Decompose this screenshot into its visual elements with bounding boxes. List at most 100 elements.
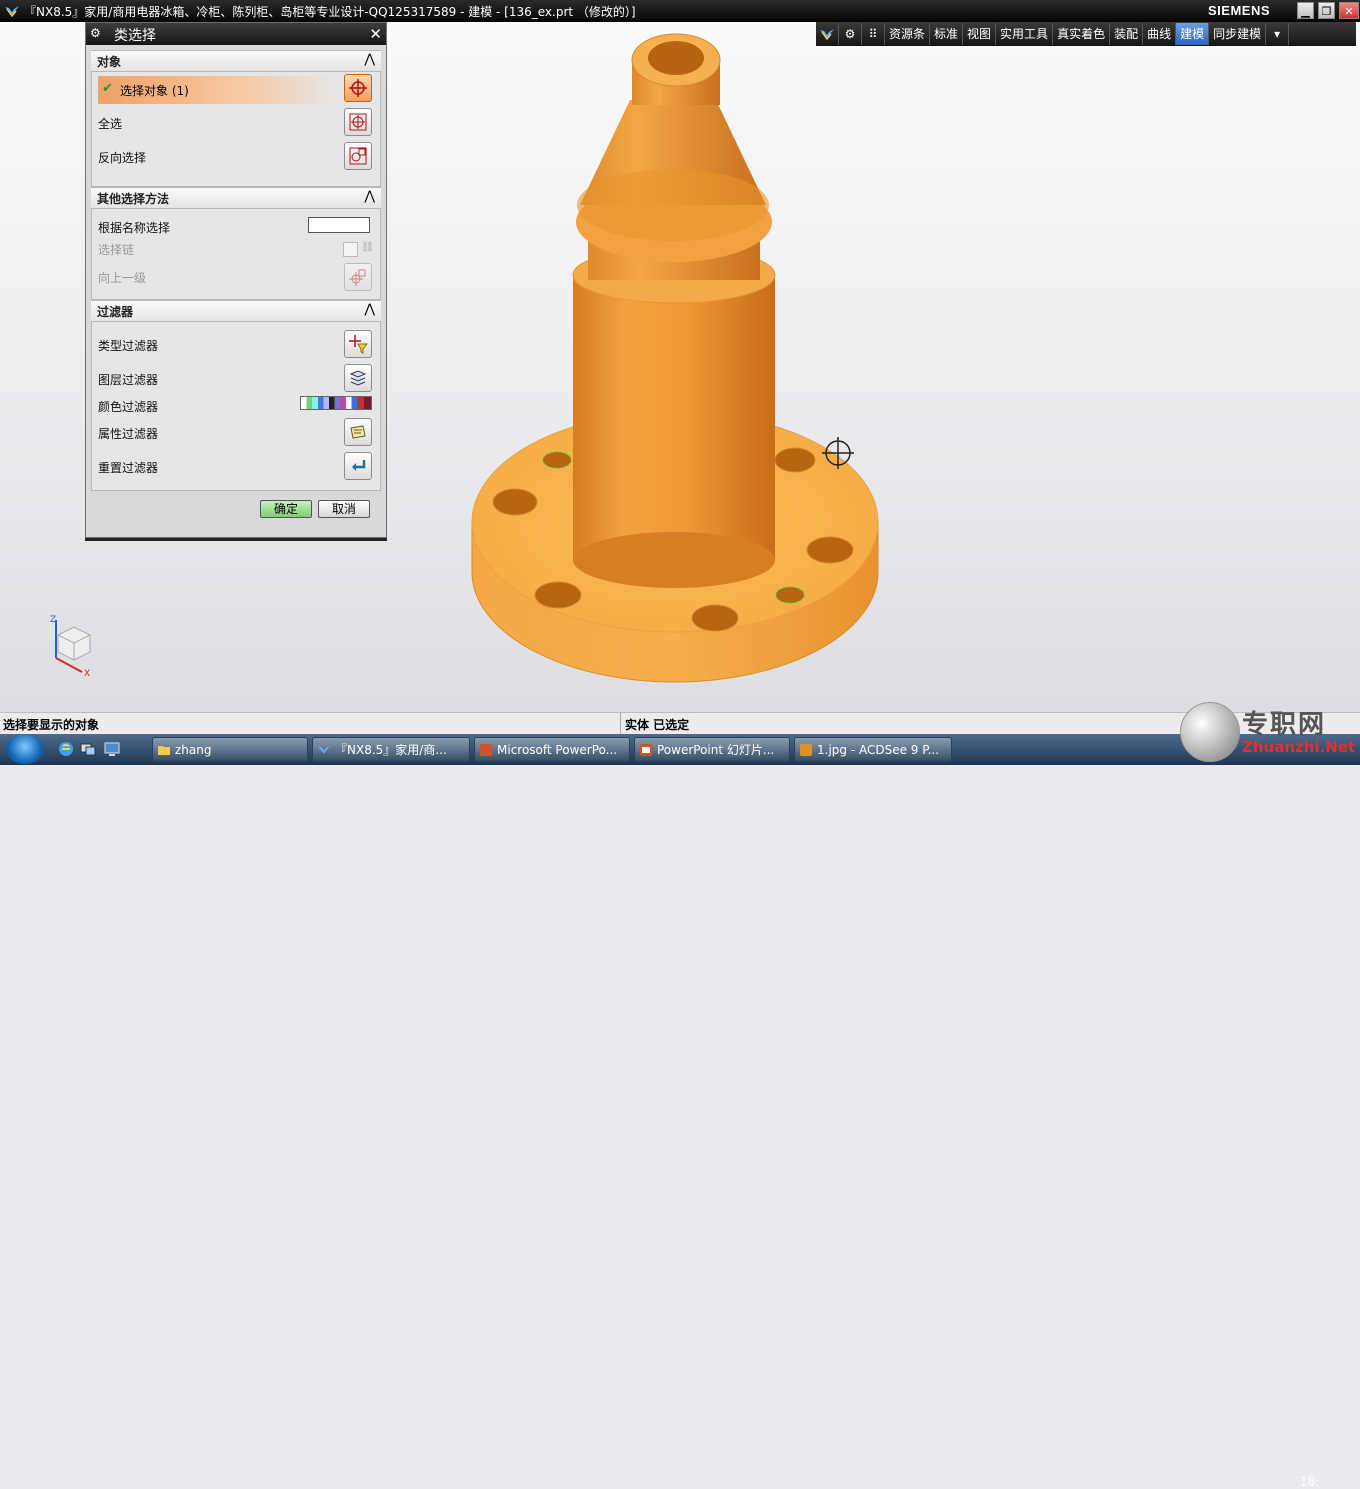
select-by-name-input[interactable] [308, 217, 370, 233]
task-item[interactable]: zhang [152, 737, 308, 762]
close-icon[interactable]: ✕ [369, 25, 382, 43]
brand-label: SIEMENS [1208, 3, 1271, 18]
tab-true-shading[interactable]: 真实着色 [1053, 23, 1111, 45]
select-object-button[interactable] [344, 74, 372, 102]
reset-icon [352, 460, 366, 471]
minimize-icon: ▁ [1301, 5, 1310, 18]
crosshair-select-icon [349, 79, 367, 97]
reset-filter-button[interactable] [344, 452, 372, 480]
filters-group: 过滤器 ⋀ 类型过滤器 图层过滤器 颜色过滤器 属性过滤器 重置过滤器 [91, 300, 381, 491]
ie-icon[interactable] [58, 741, 74, 757]
title-bar: 『NX8.5』家用/商用电器冰箱、冷柜、陈列柜、岛柜等专业设计-QQ125317… [0, 0, 1360, 22]
grid-icon[interactable]: ⠿ [862, 23, 885, 45]
taskbar: zhang 『NX8.5』家用/商... Microsoft PowerPo..… [0, 734, 1360, 1489]
object-group-header[interactable]: 对象 ⋀ [91, 50, 381, 72]
close-icon: ✕ [1344, 5, 1354, 18]
select-all-label: 全选 [98, 117, 123, 131]
triad-x-label: X [84, 669, 90, 679]
collapse-icon[interactable]: ⋀ [364, 189, 375, 204]
soccer-ball-icon [1180, 702, 1240, 762]
invert-select-label: 反向选择 [98, 151, 147, 165]
group-title: 过滤器 [97, 305, 134, 319]
attribute-filter-label: 属性过滤器 [98, 427, 159, 441]
tab-utilities[interactable]: 实用工具 [996, 23, 1054, 45]
up-one-level-button[interactable] [344, 263, 372, 291]
select-all-button[interactable] [344, 108, 372, 136]
tab-view[interactable]: 视图 [963, 23, 997, 45]
task-label: PowerPoint 幻灯片... [657, 743, 775, 757]
type-filter-icon [349, 335, 368, 354]
chain-icon: ⛓ [361, 242, 374, 253]
explorer-icon[interactable] [80, 741, 96, 757]
task-item[interactable]: 1.jpg - ACDSee 9 P... [794, 737, 952, 762]
tab-synchronous-modeling[interactable]: 同步建模 [1209, 23, 1267, 45]
powerpoint-slide-icon [640, 744, 652, 756]
check-icon: ✔ [102, 81, 113, 96]
gear-icon[interactable]: ⚙ [90, 26, 101, 40]
ok-button[interactable]: 确定 [260, 500, 312, 518]
tab-curve[interactable]: 曲线 [1143, 23, 1177, 45]
cancel-button[interactable]: 取消 [318, 500, 370, 518]
invert-select-button[interactable] [344, 142, 372, 170]
folder-icon [158, 746, 170, 755]
nx-app-icon[interactable] [4, 3, 20, 19]
type-filter-button[interactable] [344, 330, 372, 358]
color-filter-label: 颜色过滤器 [98, 400, 159, 414]
select-all-icon [349, 113, 367, 131]
window-title: 『NX8.5』家用/商用电器冰箱、冷柜、陈列柜、岛柜等专业设计-QQ125317… [24, 5, 636, 19]
select-chain-checkbox[interactable] [343, 242, 358, 257]
task-item[interactable]: Microsoft PowerPo... [474, 737, 630, 762]
tab-resource-bar[interactable]: 资源条 [885, 23, 931, 45]
cue-line: 选择要显示的对象 [3, 718, 100, 732]
other-selection-group: 其他选择方法 ⋀ 根据名称选择 选择链 ⛓ 向上一级 [91, 187, 381, 300]
task-label: 『NX8.5』家用/商... [335, 743, 447, 757]
triad-z-label: Z [50, 615, 56, 625]
watermark-logo: 专职网 Zhuanzhi.Net [1180, 700, 1360, 765]
gear-icon[interactable]: ⚙ [839, 23, 862, 45]
dialog-title-bar: ⚙ 类选择 ✕ [86, 23, 386, 45]
watermark-cn: 专职网 [1242, 710, 1327, 740]
collapse-icon[interactable]: ⋀ [364, 52, 375, 67]
watermark-en: Zhuanzhi.Net [1242, 738, 1356, 756]
toolbar-options-icon[interactable]: ▾ [1266, 23, 1290, 45]
group-title: 对象 [97, 55, 122, 69]
start-button[interactable] [6, 735, 44, 764]
status-divider [620, 713, 621, 735]
attribute-filter-button[interactable] [344, 418, 372, 446]
class-selection-dialog: ⚙ 类选择 ✕ 对象 ⋀ ✔ 选择对象 (1) 全选 反向选择 其他选择方法 ⋀… [85, 22, 387, 538]
color-filter-swatch[interactable] [300, 396, 372, 410]
task-item[interactable]: PowerPoint 幻灯片... [634, 737, 790, 762]
task-label: zhang [175, 743, 212, 757]
type-filter-label: 类型过滤器 [98, 339, 159, 353]
other-group-header[interactable]: 其他选择方法 ⋀ [91, 187, 381, 209]
nx-icon [317, 745, 331, 754]
collapse-icon[interactable]: ⋀ [364, 302, 375, 317]
select-object-label: 选择对象 (1) [120, 84, 189, 98]
task-item[interactable]: 『NX8.5』家用/商... [312, 737, 470, 762]
layer-filter-icon [349, 370, 367, 386]
group-title: 其他选择方法 [97, 192, 170, 206]
tab-modeling[interactable]: 建模 [1176, 23, 1210, 45]
acdsee-icon [800, 744, 812, 756]
status-line: 实体 已选定 [625, 718, 690, 732]
close-window-button[interactable]: ✕ [1339, 2, 1359, 19]
restore-icon: ❐ [1321, 5, 1332, 18]
select-by-name-label: 根据名称选择 [98, 221, 171, 235]
nx-icon[interactable] [816, 23, 839, 45]
layer-filter-label: 图层过滤器 [98, 373, 159, 387]
layer-filter-button[interactable] [344, 364, 372, 392]
restore-button[interactable]: ❐ [1318, 2, 1335, 19]
wcs-triad-icon: Z X [50, 615, 91, 679]
dialog-title: 类选择 [114, 28, 156, 44]
reset-filter-label: 重置过滤器 [98, 461, 159, 475]
show-desktop-icon[interactable] [104, 741, 120, 757]
tab-standard[interactable]: 标准 [930, 23, 964, 45]
status-bar: 选择要显示的对象 实体 已选定 [0, 712, 1360, 735]
tab-assembly[interactable]: 装配 [1110, 23, 1144, 45]
filters-group-header[interactable]: 过滤器 ⋀ [91, 300, 381, 322]
up-one-level-label: 向上一级 [98, 271, 147, 285]
task-label: 1.jpg - ACDSee 9 P... [817, 743, 940, 757]
minimize-button[interactable]: ▁ [1297, 2, 1314, 19]
main-toolbar: ⚙ ⠿ 资源条 标准 视图 实用工具 真实着色 装配 曲线 建模 同步建模 ▾ [816, 22, 1356, 46]
select-object-row[interactable]: ✔ 选择对象 (1) [98, 76, 336, 104]
